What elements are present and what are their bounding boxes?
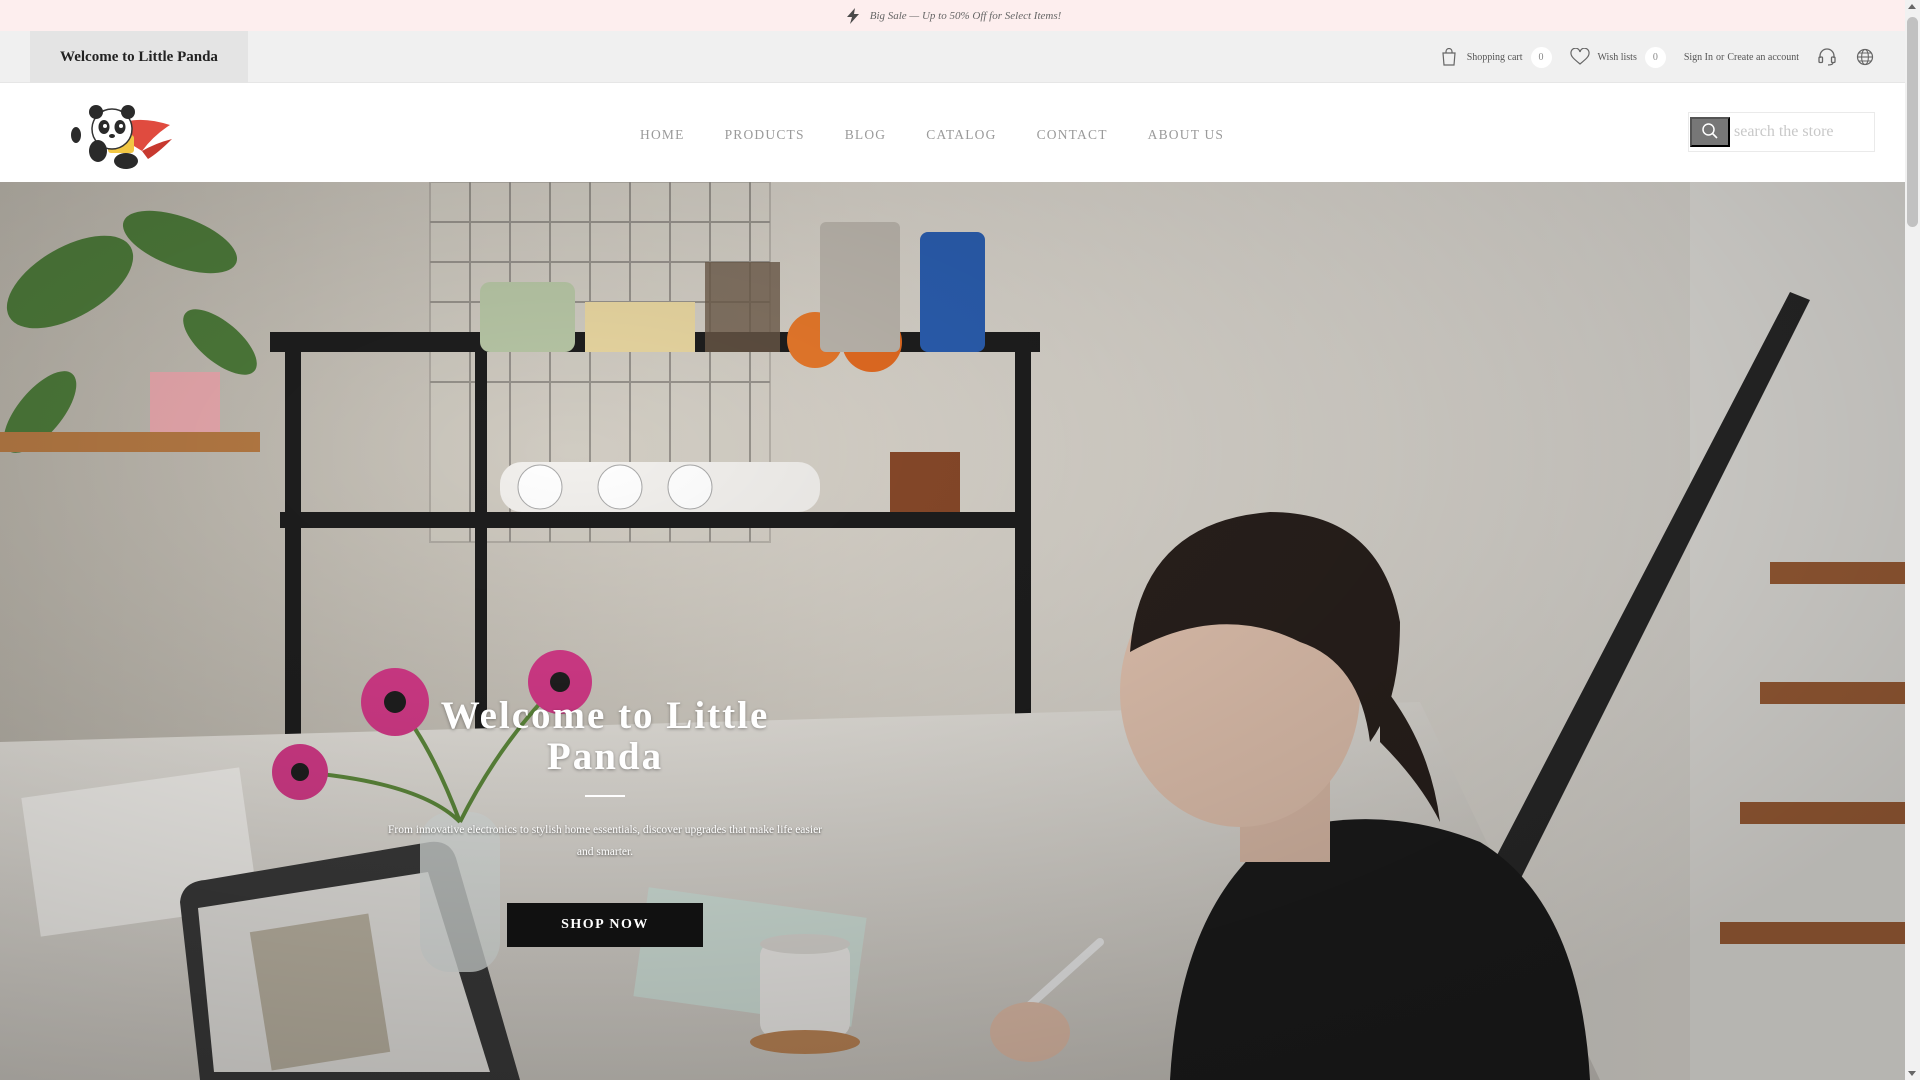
nav-catalog[interactable]: CATALOG (926, 127, 996, 143)
site-header: HOME PRODUCTS BLOG CATALOG CONTACT ABOUT… (0, 83, 1905, 182)
search-icon (1701, 122, 1719, 143)
main-navigation: HOME PRODUCTS BLOG CATALOG CONTACT ABOUT… (640, 127, 1224, 143)
hero-description: From innovative electronics to stylish h… (388, 824, 823, 858)
scroll-up-arrow[interactable] (1908, 4, 1916, 9)
panda-logo[interactable] (68, 95, 178, 173)
hero-content: Welcome to Little Panda From innovative … (388, 695, 822, 947)
hero-divider (585, 795, 625, 797)
nav-home[interactable]: HOME (640, 127, 685, 143)
welcome-text: Welcome to Little Panda (30, 31, 248, 83)
nav-about-us[interactable]: ABOUT US (1148, 127, 1225, 143)
nav-products[interactable]: PRODUCTS (725, 127, 805, 143)
account-links: Shopping cart 0 Wish lists 0 Sign In or … (1439, 31, 1875, 83)
promo-text: Big Sale — Up to 50% Off for Select Item… (869, 9, 1062, 22)
cart-count-badge: 0 (1530, 46, 1552, 68)
search-input[interactable] (1730, 123, 1870, 141)
wishlist-count-badge: 0 (1644, 46, 1666, 68)
headset-icon[interactable] (1817, 47, 1837, 67)
nav-contact[interactable]: CONTACT (1037, 127, 1108, 143)
promo-bar: Big Sale — Up to 50% Off for Select Item… (0, 0, 1905, 31)
hero-banner: Welcome to Little Panda From innovative … (0, 182, 1905, 1080)
search-box (1688, 112, 1875, 152)
top-bar: Welcome to Little Panda Shopping cart 0 … (0, 31, 1905, 83)
wishlist-link[interactable]: Wish lists 0 (1569, 46, 1666, 68)
cart-icon (1439, 47, 1459, 67)
page-scrollbar[interactable] (1905, 0, 1920, 1080)
heart-icon (1569, 47, 1590, 67)
globe-icon[interactable] (1855, 47, 1875, 67)
wishlist-label: Wish lists (1597, 51, 1637, 63)
hero-photo (0, 182, 1905, 1080)
search-button[interactable] (1690, 117, 1730, 147)
auth-links: Sign In or Create an account (1684, 52, 1799, 63)
scroll-down-arrow[interactable] (1908, 1071, 1916, 1076)
lightning-icon (844, 7, 862, 25)
nav-blog[interactable]: BLOG (845, 127, 887, 143)
shopping-cart-link[interactable]: Shopping cart 0 (1439, 46, 1552, 68)
shop-now-button[interactable]: SHOP NOW (507, 903, 703, 947)
sign-in-link[interactable]: Sign In (1684, 52, 1713, 63)
scroll-thumb[interactable] (1907, 17, 1918, 227)
or-text: or (1716, 51, 1725, 63)
create-account-link[interactable]: Create an account (1727, 52, 1799, 63)
hero-title: Welcome to Little Panda (440, 694, 770, 778)
cart-label: Shopping cart (1466, 51, 1523, 63)
